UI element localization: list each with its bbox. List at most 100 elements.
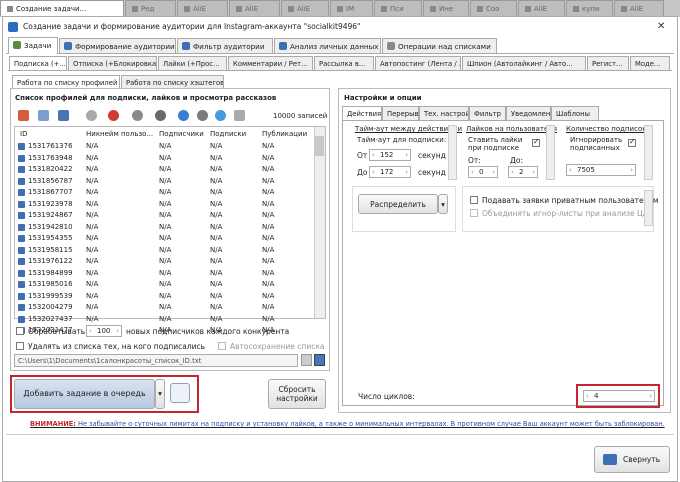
close-icon[interactable]: ✕ — [657, 21, 665, 32]
table-row[interactable]: 1531761376 N/A N/A N/A N/A — [16, 141, 316, 153]
process-checkbox[interactable] — [16, 327, 24, 335]
tab-personal-data[interactable]: Анализ личных данных — [274, 38, 381, 53]
options-side-scroller[interactable] — [644, 190, 653, 226]
settings-tab-2[interactable]: Тех. настройки — [419, 106, 469, 120]
spin-left-icon[interactable]: ‹ — [89, 327, 92, 335]
help-icon[interactable] — [215, 110, 226, 121]
settings-tab-5[interactable]: Шаблоны — [551, 106, 599, 120]
tab-audience-forming[interactable]: Формирование аудитории — [59, 38, 176, 53]
table-row[interactable]: 1531985016 N/A N/A N/A N/A — [16, 279, 316, 291]
merge-checkbox[interactable] — [470, 209, 478, 217]
tab-list-operations[interactable]: Операции над списками — [382, 38, 497, 53]
browser-tab[interactable]: AliE — [281, 0, 329, 16]
spin-left-icon[interactable]: ‹ — [569, 166, 572, 174]
browse-icon[interactable] — [301, 354, 312, 366]
settings-tab-1[interactable]: Перерывы — [382, 106, 419, 120]
table-row[interactable]: 1531958115 N/A N/A N/A N/A — [16, 245, 316, 257]
table-row[interactable]: 1531923978 N/A N/A N/A N/A — [16, 199, 316, 211]
likes-to-spinner[interactable]: ‹ 2 › — [508, 166, 538, 178]
subs-spinner[interactable]: ‹ 7505 › — [566, 164, 636, 176]
subs-side-scroller[interactable] — [644, 125, 653, 180]
table-row[interactable]: 1531924867 N/A N/A N/A N/A — [16, 210, 316, 222]
table-row[interactable]: 1531820422 N/A N/A N/A N/A — [16, 164, 316, 176]
likes-side-scroller[interactable] — [546, 125, 555, 180]
subtab-2[interactable]: Лайки (+Прос... — [158, 56, 227, 70]
spin-right-icon[interactable]: › — [630, 166, 633, 174]
open-folder-icon[interactable] — [314, 354, 325, 366]
collapse-button[interactable]: Свернуть — [594, 446, 670, 473]
likes-checkbox[interactable]: ✓ — [532, 137, 540, 147]
spin-left-icon[interactable]: ‹ — [372, 151, 375, 159]
spin-left-icon[interactable]: ‹ — [511, 168, 514, 176]
remove-checkbox[interactable] — [16, 342, 24, 350]
table-row[interactable]: 1531976122 N/A N/A N/A N/A — [16, 256, 316, 268]
table-row[interactable]: 1531867707 N/A N/A N/A N/A — [16, 187, 316, 199]
delete-icon[interactable] — [108, 110, 119, 121]
scroll-thumb[interactable] — [315, 136, 324, 156]
settings-tab-4[interactable]: Уведомления — [506, 106, 551, 120]
col-id[interactable]: ID — [20, 130, 27, 138]
browser-tab[interactable]: AliE — [229, 0, 280, 16]
subs-checkbox[interactable]: ✓ — [628, 137, 636, 147]
settings-icon[interactable] — [155, 110, 166, 121]
edit-icon[interactable] — [38, 110, 49, 121]
browser-tab[interactable]: Создание задачи... — [0, 0, 124, 16]
browser-tab[interactable]: Соо — [470, 0, 517, 16]
browser-tab[interactable]: Пси — [374, 0, 422, 16]
timeout-side-scroller[interactable] — [448, 125, 457, 180]
likes-from-spinner[interactable]: ‹ 0 › — [468, 166, 498, 178]
timeout-from-spinner[interactable]: ‹ 152 › — [369, 149, 411, 161]
table-row[interactable]: 1532004279 N/A N/A N/A N/A — [16, 302, 316, 314]
col-followers[interactable]: Подписчики — [159, 130, 204, 138]
col-posts[interactable]: Публикации — [262, 130, 307, 138]
refresh-icon[interactable] — [132, 110, 143, 121]
settings-tab-0[interactable]: Действия — [342, 106, 382, 120]
subtab-1[interactable]: Отписка (+Блокировка / Раз... — [68, 56, 157, 70]
tab-profile-list[interactable]: Работа по списку профилей — [12, 75, 120, 88]
add-list-icon[interactable] — [18, 110, 29, 121]
table-row[interactable]: 1531763948 N/A N/A N/A N/A — [16, 153, 316, 165]
private-checkbox[interactable] — [470, 196, 478, 204]
table-row[interactable]: 1531984899 N/A N/A N/A N/A — [16, 268, 316, 280]
col-following[interactable]: Подписки — [210, 130, 246, 138]
settings-tab-3[interactable]: Фильтр — [469, 106, 506, 120]
file-path-field[interactable]: C:\Users\1\Documents\1салонкрасоты_списо… — [14, 354, 298, 367]
subtab-3[interactable]: Комментарии / Рет... — [228, 56, 313, 70]
col-nickname[interactable]: Никнейм пользо... — [86, 130, 153, 138]
timeout-to-spinner[interactable]: ‹ 172 › — [369, 166, 411, 178]
tools-icon[interactable] — [234, 110, 245, 121]
table-row[interactable]: 1531999539 N/A N/A N/A N/A — [16, 291, 316, 303]
table-row[interactable]: 1531856787 N/A N/A N/A N/A — [16, 176, 316, 188]
browser-tab[interactable]: Ине — [423, 0, 469, 16]
browser-tab[interactable]: Ред — [125, 0, 176, 16]
table-row[interactable]: 1532027437 N/A N/A N/A N/A — [16, 314, 316, 326]
save-icon[interactable] — [58, 110, 69, 121]
table-row[interactable]: 1531954355 N/A N/A N/A N/A — [16, 233, 316, 245]
subtab-7[interactable]: Регист... — [587, 56, 629, 70]
autosave-checkbox[interactable] — [218, 342, 226, 350]
process-spinner[interactable]: ‹ 100 › — [86, 325, 122, 337]
subtab-8[interactable]: Моде... — [630, 56, 670, 70]
browser-tab[interactable]: AliE — [614, 0, 664, 16]
browser-tab[interactable]: AliE — [518, 0, 565, 16]
subtab-0[interactable]: Подписка (+... — [9, 56, 67, 70]
tab-tasks[interactable]: Задачи — [8, 37, 58, 54]
subtab-4[interactable]: Рассылка в... — [314, 56, 374, 70]
subtab-5[interactable]: Автопостинг (Лента / ... — [375, 56, 461, 70]
reset-button[interactable]: Сбросить настройки — [268, 379, 326, 409]
spin-left-icon[interactable]: ‹ — [471, 168, 474, 176]
spin-right-icon[interactable]: › — [492, 168, 495, 176]
distribute-button[interactable]: Распределить — [358, 194, 438, 214]
subtab-6[interactable]: Шпион (Автолайкинг / Авто... — [462, 56, 586, 70]
clock-icon[interactable] — [197, 110, 208, 121]
info-icon[interactable] — [178, 110, 189, 121]
spin-right-icon[interactable]: › — [532, 168, 535, 176]
spin-right-icon[interactable]: › — [405, 168, 408, 176]
tab-audience-filter[interactable]: Фильтр аудитории — [177, 38, 273, 53]
table-row[interactable]: 1531942810 N/A N/A N/A N/A — [16, 222, 316, 234]
browser-tab[interactable]: купи — [566, 0, 613, 16]
browser-tab[interactable]: IM — [330, 0, 373, 16]
browser-tab[interactable]: AliE — [177, 0, 228, 16]
check-icon[interactable] — [86, 110, 97, 121]
spin-right-icon[interactable]: › — [116, 327, 119, 335]
